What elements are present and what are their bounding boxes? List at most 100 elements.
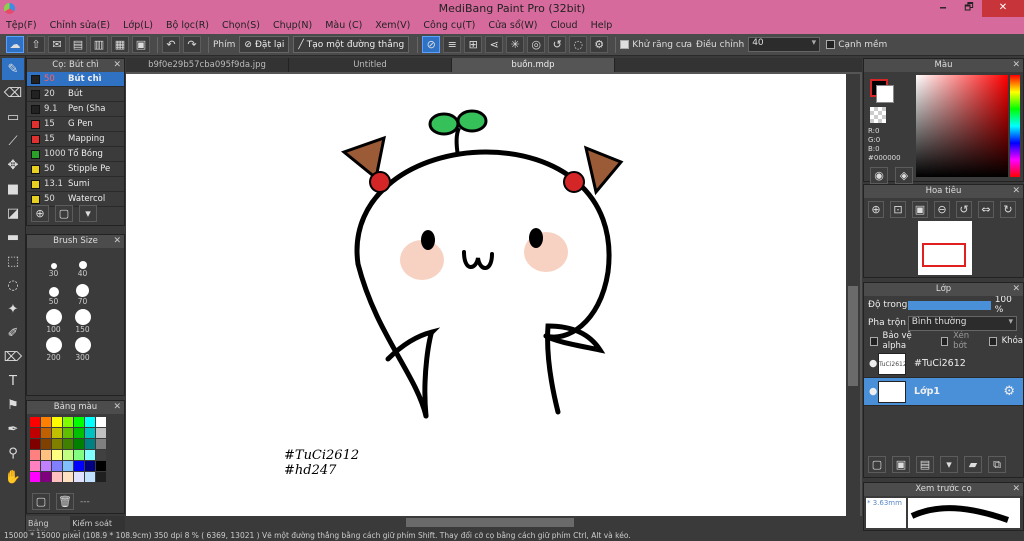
close-icon[interactable]: ✕	[1012, 483, 1020, 496]
horizontal-scroll-thumb[interactable]	[406, 518, 574, 527]
lock-checkbox[interactable]	[989, 336, 997, 346]
close-icon[interactable]: ✕	[113, 59, 121, 72]
add-layer-menu-icon[interactable]: ▾	[940, 456, 958, 473]
brush-size-cell[interactable]: 300	[68, 334, 97, 362]
close-icon[interactable]: ✕	[1012, 185, 1020, 198]
palette-color[interactable]	[63, 461, 73, 471]
palette-color[interactable]	[30, 439, 40, 449]
grid-icon[interactable]: ▦	[111, 36, 129, 53]
brush-item[interactable]: 15 G Pen	[27, 117, 124, 132]
reset-button[interactable]: ⊘ Đặt lại	[239, 36, 290, 53]
menu-filter[interactable]: Bộ lọc(R)	[166, 20, 209, 31]
comment-icon[interactable]: ✉	[48, 36, 66, 53]
snap-off-icon[interactable]: ⊘	[422, 36, 441, 53]
tab-doc-1[interactable]: b9f0e29b57cba095f9da.jpg	[126, 58, 289, 72]
zoom-out-icon[interactable]: ⊖	[934, 201, 950, 218]
close-icon[interactable]: ✕	[1012, 283, 1020, 296]
horizontal-scrollbar[interactable]	[126, 516, 846, 529]
eyedropper-tool-icon[interactable]: ⚲	[2, 442, 24, 464]
brush-item[interactable]: 20 Bút	[27, 87, 124, 102]
palette-color[interactable]	[74, 428, 84, 438]
close-icon[interactable]: ✕	[1012, 59, 1020, 72]
fill-rect-tool-icon[interactable]: ■	[2, 178, 24, 200]
tab-size-control[interactable]: Kiểm soát co	[70, 516, 125, 537]
layer-row-selected[interactable]: ● Lớp1 ⚙	[864, 378, 1023, 406]
menu-file[interactable]: Tệp(F)	[6, 20, 37, 31]
eye-icon[interactable]: ●	[869, 386, 877, 397]
palette-color[interactable]	[85, 439, 95, 449]
brush-item[interactable]: 9.1 Pen (Sha	[27, 102, 124, 117]
menu-layer[interactable]: Lớp(L)	[123, 20, 153, 31]
palette-color[interactable]	[52, 461, 62, 471]
palette-color[interactable]	[96, 450, 106, 460]
new-8bit-layer-icon[interactable]: ▤	[916, 456, 934, 473]
brush-size-cell[interactable]: 100	[39, 306, 68, 334]
palette-color[interactable]	[41, 439, 51, 449]
divide-tool-icon[interactable]: ⚑	[2, 394, 24, 416]
clipping-checkbox[interactable]	[940, 336, 949, 346]
brush-size-cell[interactable]: 200	[39, 334, 68, 362]
soft-edge-checkbox[interactable]	[826, 40, 836, 49]
menu-view[interactable]: Xem(V)	[375, 20, 410, 31]
palette-color[interactable]	[85, 450, 95, 460]
palette-color[interactable]	[96, 439, 106, 449]
tab-doc-2[interactable]: Untitled	[289, 58, 452, 72]
opacity-slider[interactable]	[907, 300, 991, 310]
palette-color[interactable]	[30, 417, 40, 427]
redo-icon[interactable]: ↷	[183, 36, 201, 53]
add-color-icon[interactable]: ▢	[32, 493, 50, 510]
canvas-area[interactable]: #TuCi2612 #hd247	[126, 72, 862, 516]
duplicate-layer-icon[interactable]: ⧉	[988, 456, 1006, 473]
brush-size-cell[interactable]: 150	[68, 306, 97, 334]
palette-color[interactable]	[63, 450, 73, 460]
color-picker-square[interactable]	[916, 75, 1008, 177]
brush-settings-icon[interactable]: ▾	[79, 205, 97, 222]
palette-color[interactable]	[41, 472, 51, 482]
rectangle-tool-icon[interactable]: ▭	[2, 106, 24, 128]
close-icon[interactable]: ✕	[113, 235, 121, 248]
zoom-in-icon[interactable]: ⊕	[868, 201, 884, 218]
dropper-tool-icon[interactable]: ✒	[2, 418, 24, 440]
cross-snap-icon[interactable]: ⊞	[464, 36, 483, 53]
canvas-document[interactable]: #TuCi2612 #hd247	[126, 74, 846, 516]
menu-edit[interactable]: Chỉnh sửa(E)	[50, 20, 111, 31]
delete-color-icon[interactable]: 🗑	[56, 493, 74, 510]
palette-color[interactable]	[52, 439, 62, 449]
document-icon[interactable]: ▤	[69, 36, 87, 53]
new-halftone-layer-icon[interactable]: ▣	[892, 456, 910, 473]
palette-color[interactable]	[41, 461, 51, 471]
menu-select[interactable]: Chọn(S)	[222, 20, 260, 31]
share-icon[interactable]: ⇧	[27, 36, 45, 53]
palette-color[interactable]	[30, 461, 40, 471]
navigator-viewport[interactable]	[922, 243, 966, 267]
close-icon[interactable]: ✕	[113, 401, 121, 414]
parallel-snap-icon[interactable]: ≡	[443, 36, 462, 53]
palette-color[interactable]	[85, 417, 95, 427]
navigator-preview[interactable]	[918, 221, 972, 275]
palette-color[interactable]	[52, 428, 62, 438]
line-tool-icon[interactable]: ⟋	[2, 130, 24, 152]
brush-item[interactable]: 50 Bút chì	[27, 72, 124, 87]
bucket-tool-icon[interactable]: ◪	[2, 202, 24, 224]
palette-color[interactable]	[30, 450, 40, 460]
palette-color[interactable]	[74, 472, 84, 482]
blend-select[interactable]: Bình thường	[907, 315, 1017, 331]
zoom-actual-icon[interactable]: ▣	[912, 201, 928, 218]
menu-tools[interactable]: Công cụ(T)	[423, 20, 475, 31]
palette-color[interactable]	[63, 439, 73, 449]
menu-color[interactable]: Màu (C)	[325, 20, 362, 31]
palette-color[interactable]	[41, 428, 51, 438]
ellipse-snap-icon[interactable]: ◌	[569, 36, 588, 53]
hue-slider[interactable]	[1010, 75, 1020, 177]
palette-color[interactable]	[74, 417, 84, 427]
menu-help[interactable]: Help	[591, 20, 613, 31]
rotate-left-icon[interactable]: ↺	[956, 201, 972, 218]
minimize-button[interactable]: 🗕	[930, 0, 956, 17]
correction-select[interactable]: 40	[748, 37, 821, 52]
hand-tool-icon[interactable]: ✋	[2, 466, 24, 488]
layer-settings-icon[interactable]: ⚙	[1003, 384, 1015, 399]
close-button[interactable]: ✕	[982, 0, 1024, 17]
flip-icon[interactable]: ⇔	[978, 201, 994, 218]
vertical-scrollbar[interactable]	[846, 74, 860, 516]
color-mode-icon[interactable]: ◉	[870, 167, 888, 184]
